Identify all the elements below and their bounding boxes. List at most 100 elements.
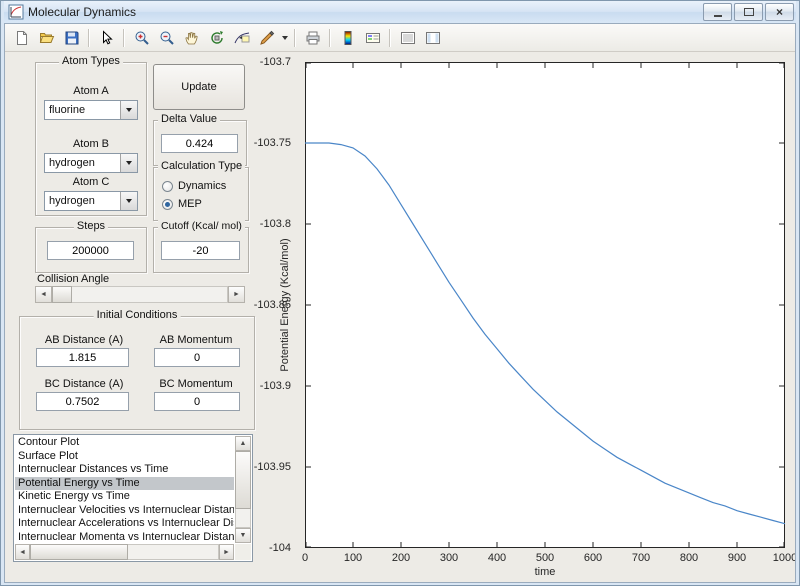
steps-input[interactable] [47,241,134,260]
y-tick-label: -103.8 [260,218,291,230]
atom-b-value: hydrogen [49,157,95,169]
zoom-in-icon [134,30,150,46]
listbox-scroll-right-arrow[interactable]: ► [219,544,234,560]
edit-plot-button[interactable] [94,26,119,50]
close-button[interactable]: × [765,3,794,21]
atom-c-label: Atom C [36,176,146,188]
rotate-3d-icon [209,30,225,46]
atom-b-dropdown[interactable]: hydrogen [44,153,138,173]
new-figure-button[interactable] [9,26,34,50]
open-file-button[interactable] [34,26,59,50]
delta-value-input[interactable] [161,134,238,153]
plot-type-listbox[interactable]: Contour Plot Surface Plot Internuclear D… [13,434,253,562]
brush-dropdown-button[interactable] [279,27,290,49]
insert-colorbar-button[interactable] [335,26,360,50]
data-cursor-button[interactable] [229,26,254,50]
atom-c-dropdown[interactable]: hydrogen [44,191,138,211]
atom-b-dropdown-button[interactable] [120,154,137,172]
bc-distance-input[interactable] [36,392,129,411]
show-plot-tools-button[interactable] [420,26,445,50]
atom-c-value: hydrogen [49,195,95,207]
x-tick-label: 900 [728,552,746,564]
brush-icon [259,30,275,46]
ab-momentum-input[interactable] [154,348,240,367]
slider-thumb[interactable] [52,286,72,303]
list-item[interactable]: Internuclear Accelerations vs Internucle… [15,517,234,531]
listbox-scroll-down-arrow[interactable]: ▼ [235,528,251,543]
scrollbar-corner [235,544,251,560]
delta-value-title: Delta Value [158,113,220,125]
toolbar-separator [88,29,90,47]
minimize-button[interactable] [703,3,732,21]
initial-conditions-title: Initial Conditions [94,309,181,321]
list-item[interactable]: Internuclear Momenta vs Internuclear Dis… [15,531,234,544]
ab-distance-input[interactable] [36,348,129,367]
save-figure-button[interactable] [59,26,84,50]
calculation-type-title: Calculation Type [158,160,245,172]
toolbar-separator [329,29,331,47]
maximize-button[interactable] [734,3,763,21]
new-file-icon [14,30,30,46]
printer-icon [305,30,321,46]
radio-dynamics-label: Dynamics [178,180,226,192]
y-tick-label: -103.7 [260,56,291,68]
list-item[interactable]: Kinetic Energy vs Time [15,490,234,504]
radio-dynamics[interactable]: Dynamics [162,180,226,192]
radio-mep[interactable]: MEP [162,198,202,210]
listbox-hscroll-thumb[interactable] [30,544,128,560]
atom-c-dropdown-button[interactable] [120,192,137,210]
figure-frame: Atom Types Atom A fluorine Atom B hydrog… [4,23,796,583]
update-button[interactable]: Update [153,64,245,110]
collision-angle-label: Collision Angle [37,273,109,285]
y-tick-label: -103.95 [254,461,291,473]
figure-content: Atom Types Atom A fluorine Atom B hydrog… [5,52,795,582]
plot-area[interactable] [305,62,785,548]
plot-type-list: Contour Plot Surface Plot Internuclear D… [15,436,234,543]
maximize-icon [744,8,754,16]
pan-button[interactable] [179,26,204,50]
calculation-type-panel: Calculation Type Dynamics MEP [153,167,249,221]
hide-plot-tools-button[interactable] [395,26,420,50]
window-title: Molecular Dynamics [28,5,701,19]
slider-right-arrow[interactable]: ► [228,286,245,303]
list-item[interactable]: Internuclear Velocities vs Internuclear … [15,504,234,518]
print-figure-button[interactable] [300,26,325,50]
radio-dynamics-icon [162,181,173,192]
rotate-3d-button[interactable] [204,26,229,50]
bc-momentum-input[interactable] [154,392,240,411]
chevron-down-icon [126,108,132,112]
atom-a-dropdown-button[interactable] [120,101,137,119]
list-item[interactable]: Contour Plot [15,436,234,450]
collision-angle-slider[interactable]: ◄ ► [35,286,245,303]
list-item[interactable]: Surface Plot [15,450,234,464]
cutoff-input[interactable] [161,241,240,260]
zoom-in-button[interactable] [129,26,154,50]
brush-data-button[interactable] [254,26,279,50]
steps-panel: Steps [35,227,147,273]
atom-a-dropdown[interactable]: fluorine [44,100,138,120]
slider-left-arrow[interactable]: ◄ [35,286,52,303]
zoom-out-button[interactable] [154,26,179,50]
x-tick-label: 600 [584,552,602,564]
x-tick-label: 1000 [773,552,796,564]
close-icon: × [776,5,783,19]
insert-legend-button[interactable] [360,26,385,50]
y-tick-label: -103.75 [254,137,291,149]
slider-track[interactable] [52,286,228,303]
titlebar: Molecular Dynamics × [4,1,796,23]
list-item-selected[interactable]: Potential Energy vs Time [15,477,234,491]
initial-conditions-panel: Initial Conditions AB Distance (A) AB Mo… [19,316,255,430]
colorbar-icon [340,30,356,46]
figure-toolbar [5,24,795,52]
listbox-scroll-left-arrow[interactable]: ◄ [15,544,30,560]
listbox-scroll-up-arrow[interactable]: ▲ [235,436,251,451]
x-tick-label: 300 [440,552,458,564]
list-item[interactable]: Internuclear Distances vs Time [15,463,234,477]
x-tick-label: 800 [680,552,698,564]
listbox-vscroll-thumb[interactable] [235,451,251,509]
minimize-icon [714,15,722,17]
y-tick-label: -104 [269,542,291,554]
ab-momentum-label: AB Momentum [146,334,246,346]
ab-distance-label: AB Distance (A) [30,334,138,346]
hide-plot-tools-icon [400,30,416,46]
